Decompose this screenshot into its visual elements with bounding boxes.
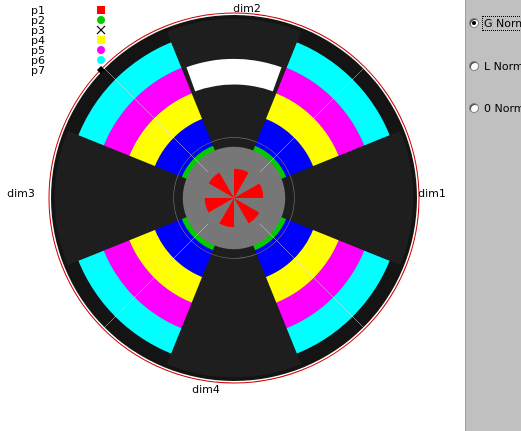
radio-g-norm[interactable]: G Norm — [469, 15, 521, 31]
plot-area: p1 p2 p3 p4 p5 p6 p7 dim1 dim2 dim3 dim4 — [0, 0, 465, 431]
radio-l-norm[interactable]: L Norm — [469, 58, 521, 74]
radio-l-norm-button[interactable] — [469, 61, 479, 71]
legend-marker-p4 — [97, 36, 105, 44]
legend-marker-p6 — [97, 56, 105, 64]
axis-label-dim1: dim1 — [418, 187, 446, 200]
radial-chart: p1p2p3p4p5p6p7 dim1dim2dim3dim4 — [7, 2, 446, 396]
normalization-panel: G Norm L Norm 0 Norm — [465, 0, 521, 431]
radio-g-norm-label[interactable]: G Norm — [481, 15, 521, 31]
radio-0-norm-button[interactable] — [469, 103, 479, 113]
legend-marker-p3 — [96, 25, 106, 35]
legend-label-p7: p7 — [31, 64, 45, 77]
legend-marker-p5 — [97, 46, 105, 54]
radio-g-norm-button[interactable] — [469, 18, 479, 28]
axis-label-dim2: dim2 — [233, 2, 261, 15]
axis-label-dim3: dim3 — [7, 187, 35, 200]
legend-marker-p1 — [97, 6, 105, 14]
axis-label-dim4: dim4 — [192, 383, 220, 396]
legend-marker-p2 — [97, 16, 105, 24]
radio-l-norm-label[interactable]: L Norm — [483, 60, 521, 73]
radio-0-norm[interactable]: 0 Norm — [469, 100, 521, 116]
radio-0-norm-label[interactable]: 0 Norm — [483, 102, 521, 115]
